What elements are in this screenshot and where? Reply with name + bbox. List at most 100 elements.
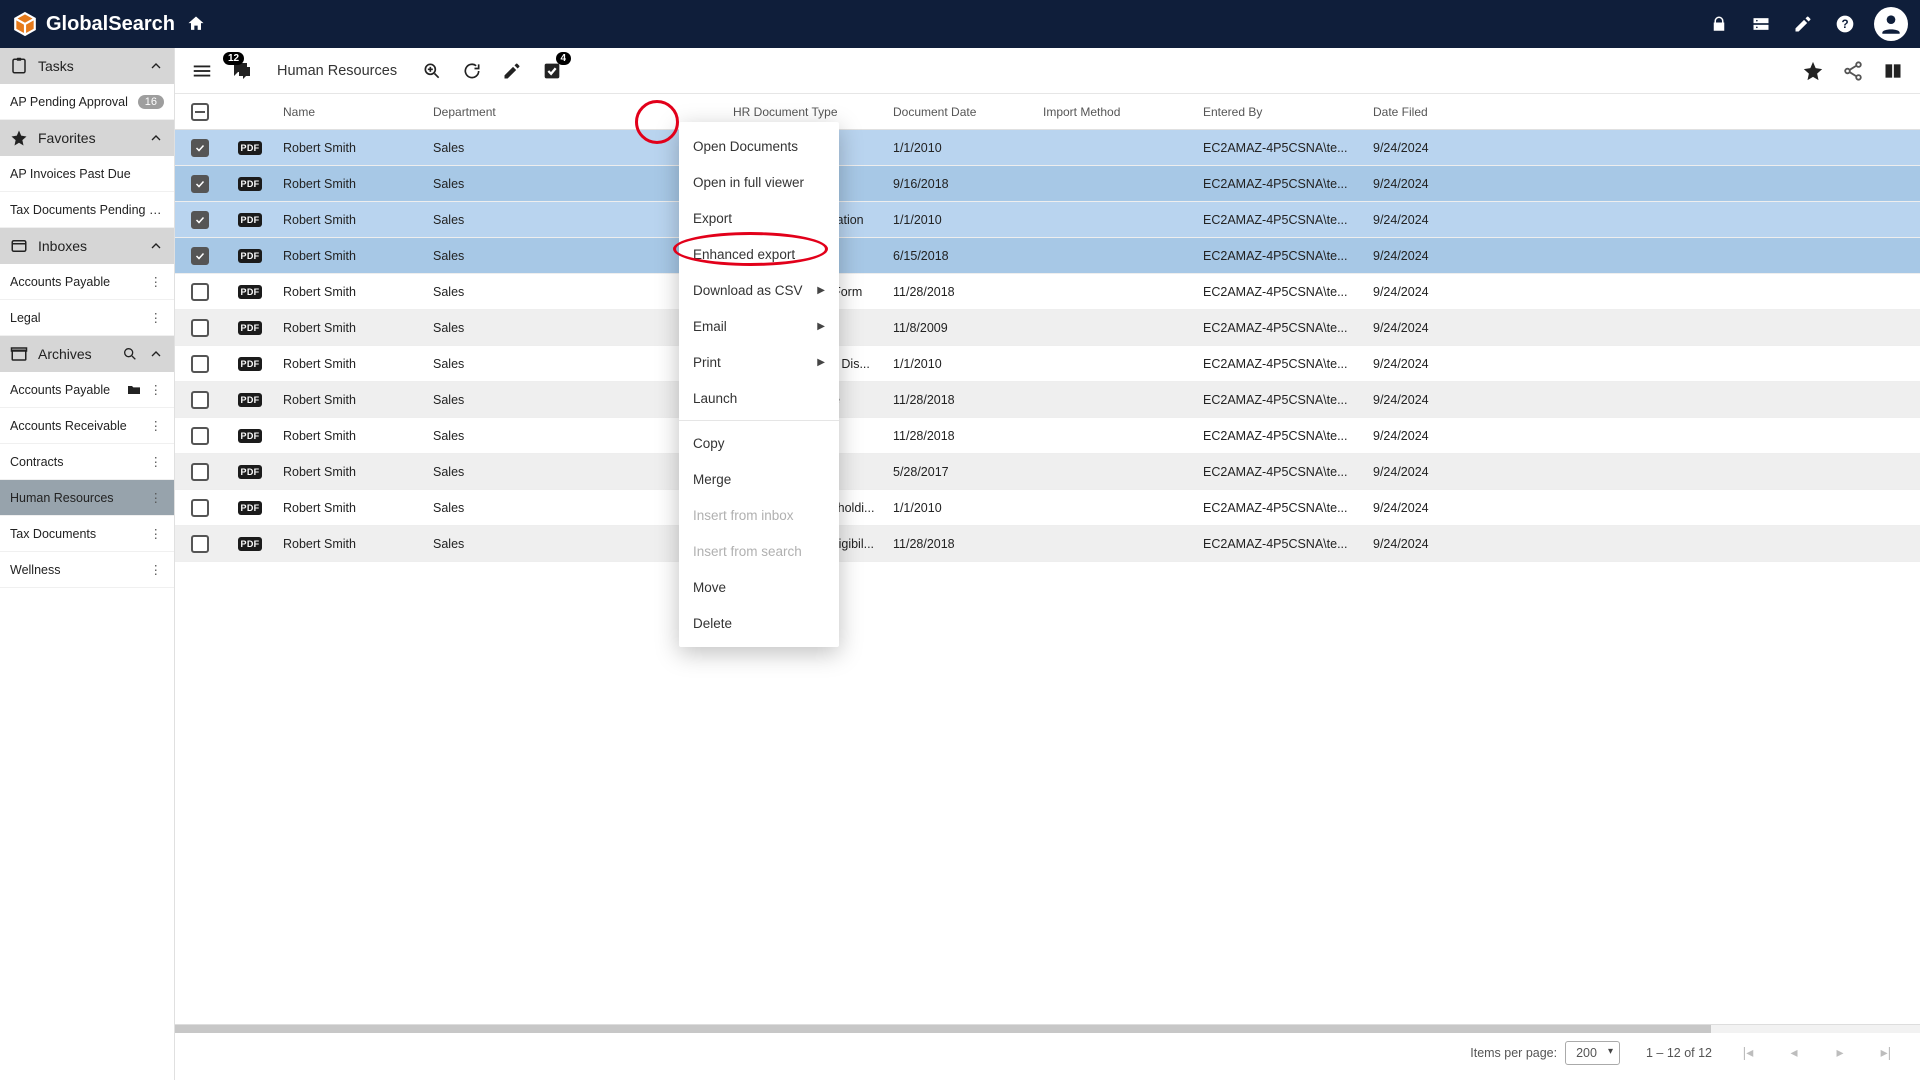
pdf-icon[interactable]: PDF bbox=[238, 393, 263, 407]
row-checkbox[interactable] bbox=[191, 175, 209, 193]
selection-actions-icon[interactable]: 4 bbox=[539, 58, 565, 84]
pdf-icon[interactable]: PDF bbox=[238, 213, 263, 227]
sidebar-item-wellness[interactable]: Wellness⋮ bbox=[0, 552, 174, 588]
home-icon[interactable] bbox=[185, 13, 207, 35]
menu-item-move[interactable]: Move bbox=[679, 569, 839, 605]
col-department[interactable]: Department bbox=[425, 105, 725, 119]
lock-icon[interactable] bbox=[1708, 13, 1730, 35]
pdf-icon[interactable]: PDF bbox=[238, 357, 263, 371]
more-icon[interactable]: ⋮ bbox=[148, 454, 165, 469]
edit-icon[interactable] bbox=[499, 58, 525, 84]
row-checkbox[interactable] bbox=[191, 535, 209, 553]
menu-item-download-as-csv[interactable]: Download as CSV▶ bbox=[679, 272, 839, 308]
row-checkbox[interactable] bbox=[191, 319, 209, 337]
table-row[interactable]: PDFRobert SmithSalesChange of Status For… bbox=[175, 274, 1920, 310]
sidebar-item-human-resources[interactable]: Human Resources⋮ bbox=[0, 480, 174, 516]
col-doc-date[interactable]: Document Date bbox=[885, 105, 1035, 119]
menu-item-open-in-full-viewer[interactable]: Open in full viewer bbox=[679, 164, 839, 200]
table-row[interactable]: PDFRobert SmithSalesW-4 - Federal Withho… bbox=[175, 490, 1920, 526]
pdf-icon[interactable]: PDF bbox=[238, 285, 263, 299]
sidebar-item-accounts-payable[interactable]: Accounts Payable⋮ bbox=[0, 372, 174, 408]
sidebar-item-tax-documents-pending-inde[interactable]: Tax Documents Pending Inde... bbox=[0, 192, 174, 228]
menu-icon[interactable] bbox=[189, 58, 215, 84]
more-icon[interactable]: ⋮ bbox=[148, 310, 165, 325]
avatar-icon[interactable] bbox=[1874, 7, 1908, 41]
table-row[interactable]: PDFRobert SmithSalesExit Interview11/28/… bbox=[175, 418, 1920, 454]
menu-item-merge[interactable]: Merge bbox=[679, 461, 839, 497]
sidebar-item-ap-pending-approval[interactable]: AP Pending Approval16 bbox=[0, 84, 174, 120]
pdf-icon[interactable]: PDF bbox=[238, 177, 263, 191]
sidebar-item-tax-documents[interactable]: Tax Documents⋮ bbox=[0, 516, 174, 552]
row-checkbox[interactable] bbox=[191, 391, 209, 409]
more-icon[interactable]: ⋮ bbox=[148, 418, 165, 433]
sidebar-section-inboxes[interactable]: Inboxes bbox=[0, 228, 174, 264]
col-import-method[interactable]: Import Method bbox=[1035, 105, 1195, 119]
col-date-filed[interactable]: Date Filed bbox=[1365, 105, 1475, 119]
sidebar-section-archives[interactable]: Archives bbox=[0, 336, 174, 372]
sidebar-section-tasks[interactable]: Tasks bbox=[0, 48, 174, 84]
col-doc-type[interactable]: HR Document Type bbox=[725, 105, 885, 119]
row-checkbox[interactable] bbox=[191, 139, 209, 157]
row-checkbox[interactable] bbox=[191, 355, 209, 373]
table-row[interactable]: PDFRobert SmithSalesI9 - Employment Elig… bbox=[175, 526, 1920, 562]
menu-item-launch[interactable]: Launch bbox=[679, 380, 839, 416]
row-checkbox[interactable] bbox=[191, 463, 209, 481]
page-first-icon[interactable]: |◂ bbox=[1738, 1044, 1758, 1061]
table-row[interactable]: PDFRobert SmithSalesEmployee Review6/15/… bbox=[175, 238, 1920, 274]
menu-item-enhanced-export[interactable]: Enhanced export bbox=[679, 236, 839, 272]
col-name[interactable]: Name bbox=[275, 105, 425, 119]
more-icon[interactable]: ⋮ bbox=[148, 562, 165, 577]
pdf-icon[interactable]: PDF bbox=[238, 249, 263, 263]
page-prev-icon[interactable]: ◂ bbox=[1784, 1044, 1804, 1061]
menu-item-email[interactable]: Email▶ bbox=[679, 308, 839, 344]
more-icon[interactable]: ⋮ bbox=[148, 490, 165, 505]
drive-icon[interactable] bbox=[1750, 13, 1772, 35]
share-icon[interactable] bbox=[1840, 58, 1866, 84]
more-icon[interactable]: ⋮ bbox=[148, 526, 165, 541]
pdf-icon[interactable]: PDF bbox=[238, 321, 263, 335]
refresh-icon[interactable] bbox=[459, 58, 485, 84]
menu-item-print[interactable]: Print▶ bbox=[679, 344, 839, 380]
search-icon[interactable] bbox=[122, 346, 138, 362]
row-checkbox[interactable] bbox=[191, 211, 209, 229]
table-row[interactable]: PDFRobert SmithSalesDirect Deposit1/1/20… bbox=[175, 130, 1920, 166]
header-checkbox[interactable] bbox=[175, 103, 225, 121]
compose-icon[interactable] bbox=[1792, 13, 1814, 35]
sidebar-item-accounts-receivable[interactable]: Accounts Receivable⋮ bbox=[0, 408, 174, 444]
table-row[interactable]: PDFRobert SmithSalesHealthcare Registrat… bbox=[175, 202, 1920, 238]
menu-item-open-documents[interactable]: Open Documents bbox=[679, 128, 839, 164]
row-checkbox[interactable] bbox=[191, 499, 209, 517]
pdf-icon[interactable]: PDF bbox=[238, 429, 263, 443]
table-row[interactable]: PDFRobert SmithSalesConfidentiality/Non … bbox=[175, 346, 1920, 382]
table-row[interactable]: PDFRobert SmithSalesTimecard9/16/2018EC2… bbox=[175, 166, 1920, 202]
chat-icon[interactable]: 12 bbox=[229, 58, 255, 84]
row-checkbox[interactable] bbox=[191, 427, 209, 445]
sidebar-section-favorites[interactable]: Favorites bbox=[0, 120, 174, 156]
col-entered-by[interactable]: Entered By bbox=[1195, 105, 1365, 119]
items-per-page-select[interactable]: 200 bbox=[1565, 1041, 1620, 1065]
help-icon[interactable]: ? bbox=[1834, 13, 1856, 35]
row-checkbox[interactable] bbox=[191, 247, 209, 265]
more-icon[interactable]: ⋮ bbox=[148, 274, 165, 289]
pdf-icon[interactable]: PDF bbox=[238, 537, 263, 551]
pdf-icon[interactable]: PDF bbox=[238, 465, 263, 479]
page-last-icon[interactable]: ▸| bbox=[1876, 1044, 1896, 1061]
menu-item-export[interactable]: Export bbox=[679, 200, 839, 236]
sidebar-item-legal[interactable]: Legal⋮ bbox=[0, 300, 174, 336]
pdf-icon[interactable]: PDF bbox=[238, 141, 263, 155]
table-row[interactable]: PDFRobert SmithSalesReference Release11/… bbox=[175, 382, 1920, 418]
pdf-icon[interactable]: PDF bbox=[238, 501, 263, 515]
menu-item-copy[interactable]: Copy bbox=[679, 425, 839, 461]
page-next-icon[interactable]: ▸ bbox=[1830, 1044, 1850, 1061]
layout-toggle-icon[interactable] bbox=[1880, 58, 1906, 84]
sidebar-item-ap-invoices-past-due[interactable]: AP Invoices Past Due bbox=[0, 156, 174, 192]
table-row[interactable]: PDFRobert SmithSalesApplication11/8/2009… bbox=[175, 310, 1920, 346]
star-icon[interactable] bbox=[1800, 58, 1826, 84]
more-icon[interactable]: ⋮ bbox=[148, 382, 165, 397]
horizontal-scrollbar[interactable] bbox=[175, 1025, 1920, 1033]
zoom-fit-icon[interactable] bbox=[419, 58, 445, 84]
row-checkbox[interactable] bbox=[191, 283, 209, 301]
sidebar-item-contracts[interactable]: Contracts⋮ bbox=[0, 444, 174, 480]
table-row[interactable]: PDFRobert SmithSalesDisciplinary Action5… bbox=[175, 454, 1920, 490]
sidebar-item-accounts-payable[interactable]: Accounts Payable⋮ bbox=[0, 264, 174, 300]
